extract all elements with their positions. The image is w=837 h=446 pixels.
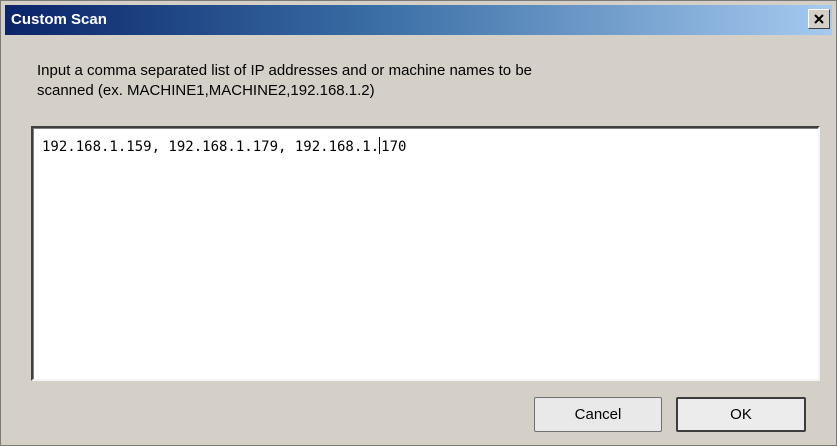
dialog-title: Custom Scan [11, 11, 107, 28]
close-icon [814, 14, 824, 24]
ip-list-textarea[interactable]: 192.168.1.159, 192.168.1.179, 192.168.1.… [31, 126, 820, 381]
instructions-line-2: scanned (ex. MACHINE1,MACHINE2,192.168.1… [37, 82, 375, 99]
instructions-line-1: Input a comma separated list of IP addre… [37, 62, 532, 79]
instructions-text: Input a comma separated list of IP addre… [37, 61, 757, 101]
ip-list-text-before-caret: 192.168.1.159, 192.168.1.179, 192.168.1. [42, 139, 380, 155]
text-caret [379, 137, 381, 154]
ip-list-value: 192.168.1.159, 192.168.1.179, 192.168.1.… [42, 137, 406, 156]
ip-list-text-after-caret: 170 [381, 139, 407, 155]
cancel-button[interactable]: Cancel [534, 397, 662, 432]
title-bar[interactable]: Custom Scan [5, 5, 832, 35]
ok-button[interactable]: OK [676, 397, 806, 432]
custom-scan-dialog: Custom Scan Input a comma separated list… [0, 0, 837, 446]
close-button[interactable] [808, 9, 830, 29]
